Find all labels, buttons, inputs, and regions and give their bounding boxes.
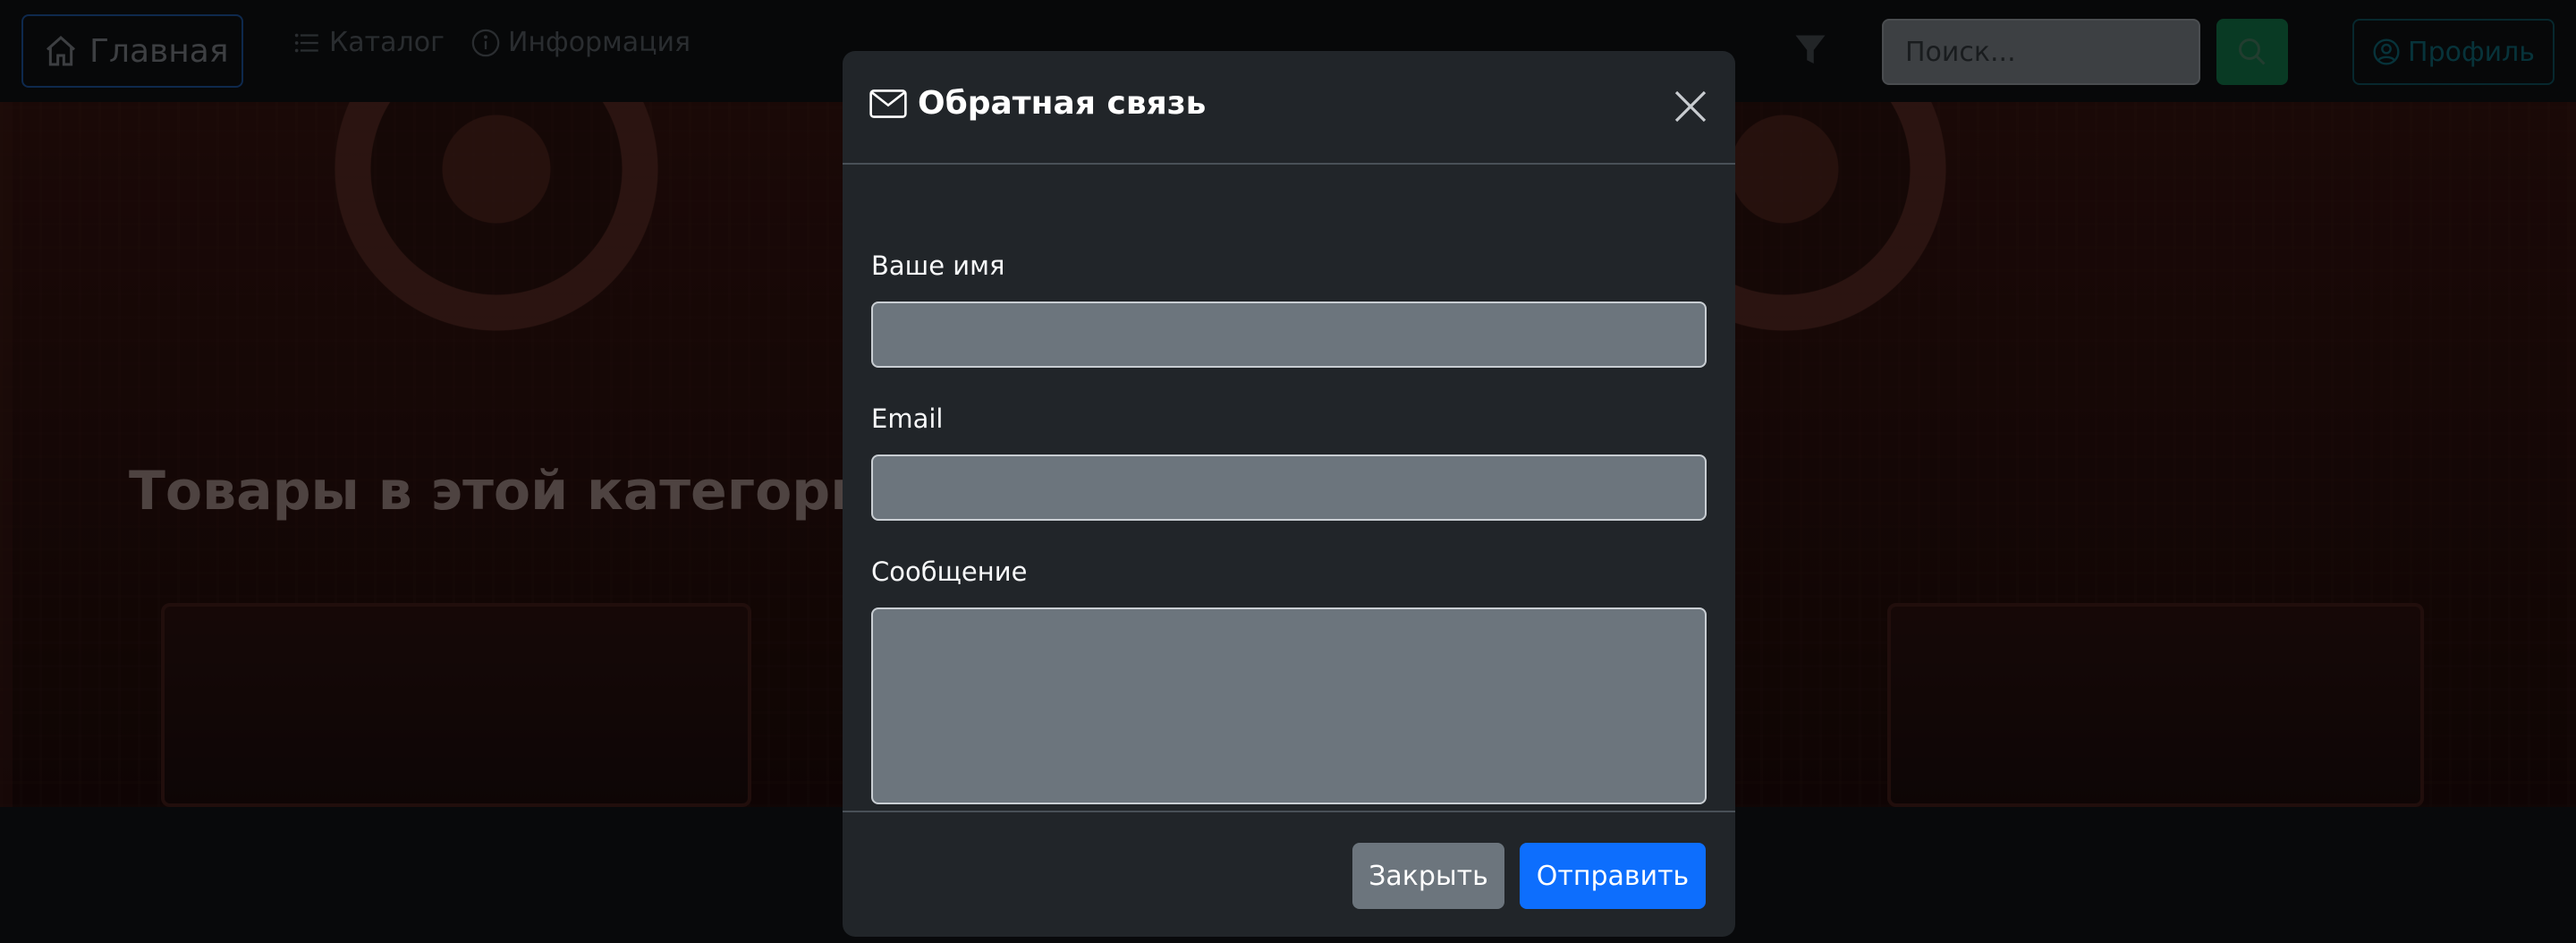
nav-link-info-label: Информация	[508, 27, 691, 58]
close-icon	[1673, 89, 1708, 124]
nav-home-label: Главная	[89, 32, 229, 70]
list-icon	[292, 28, 322, 58]
send-button[interactable]: Отправить	[1520, 843, 1706, 909]
envelope-icon	[869, 89, 907, 119]
close-button[interactable]: Закрыть	[1352, 843, 1504, 909]
hero-battery-bay	[1887, 603, 2424, 807]
email-field[interactable]	[871, 455, 1707, 521]
email-label: Email	[871, 404, 944, 434]
modal-close-button[interactable]	[1673, 89, 1708, 124]
name-field[interactable]	[871, 302, 1707, 368]
hero-battery-bay	[161, 603, 751, 807]
name-label: Ваше имя	[871, 251, 1005, 281]
profile-button-label: Профиль	[2408, 36, 2535, 68]
profile-button[interactable]: Профиль	[2352, 19, 2555, 85]
hero-heading: Товары в этой категории в	[129, 460, 959, 522]
nav-link-info[interactable]: Информация	[470, 27, 691, 58]
funnel-icon	[1794, 32, 1826, 68]
modal-title-text: Обратная связь	[918, 85, 1207, 122]
message-label: Сообщение	[871, 556, 1028, 587]
nav-link-catalog[interactable]: Каталог	[292, 27, 445, 58]
filter-button[interactable]	[1794, 32, 1826, 68]
feedback-modal: Обратная связь Ваше имя Email Сообщение …	[843, 51, 1735, 937]
user-circle-icon	[2372, 38, 2401, 66]
nav-home-button[interactable]: Главная	[21, 14, 243, 88]
modal-title: Обратная связь	[869, 85, 1206, 122]
modal-footer: Закрыть Отправить	[843, 811, 1735, 937]
hero-rail	[0, 102, 13, 807]
search-icon	[2236, 36, 2268, 68]
house-icon	[43, 33, 79, 69]
modal-header: Обратная связь	[843, 51, 1735, 165]
search-button[interactable]	[2216, 19, 2288, 85]
info-circle-icon	[470, 28, 501, 58]
message-textarea[interactable]	[871, 607, 1707, 804]
nav-link-catalog-label: Каталог	[329, 27, 445, 58]
search-input[interactable]	[1882, 19, 2200, 85]
